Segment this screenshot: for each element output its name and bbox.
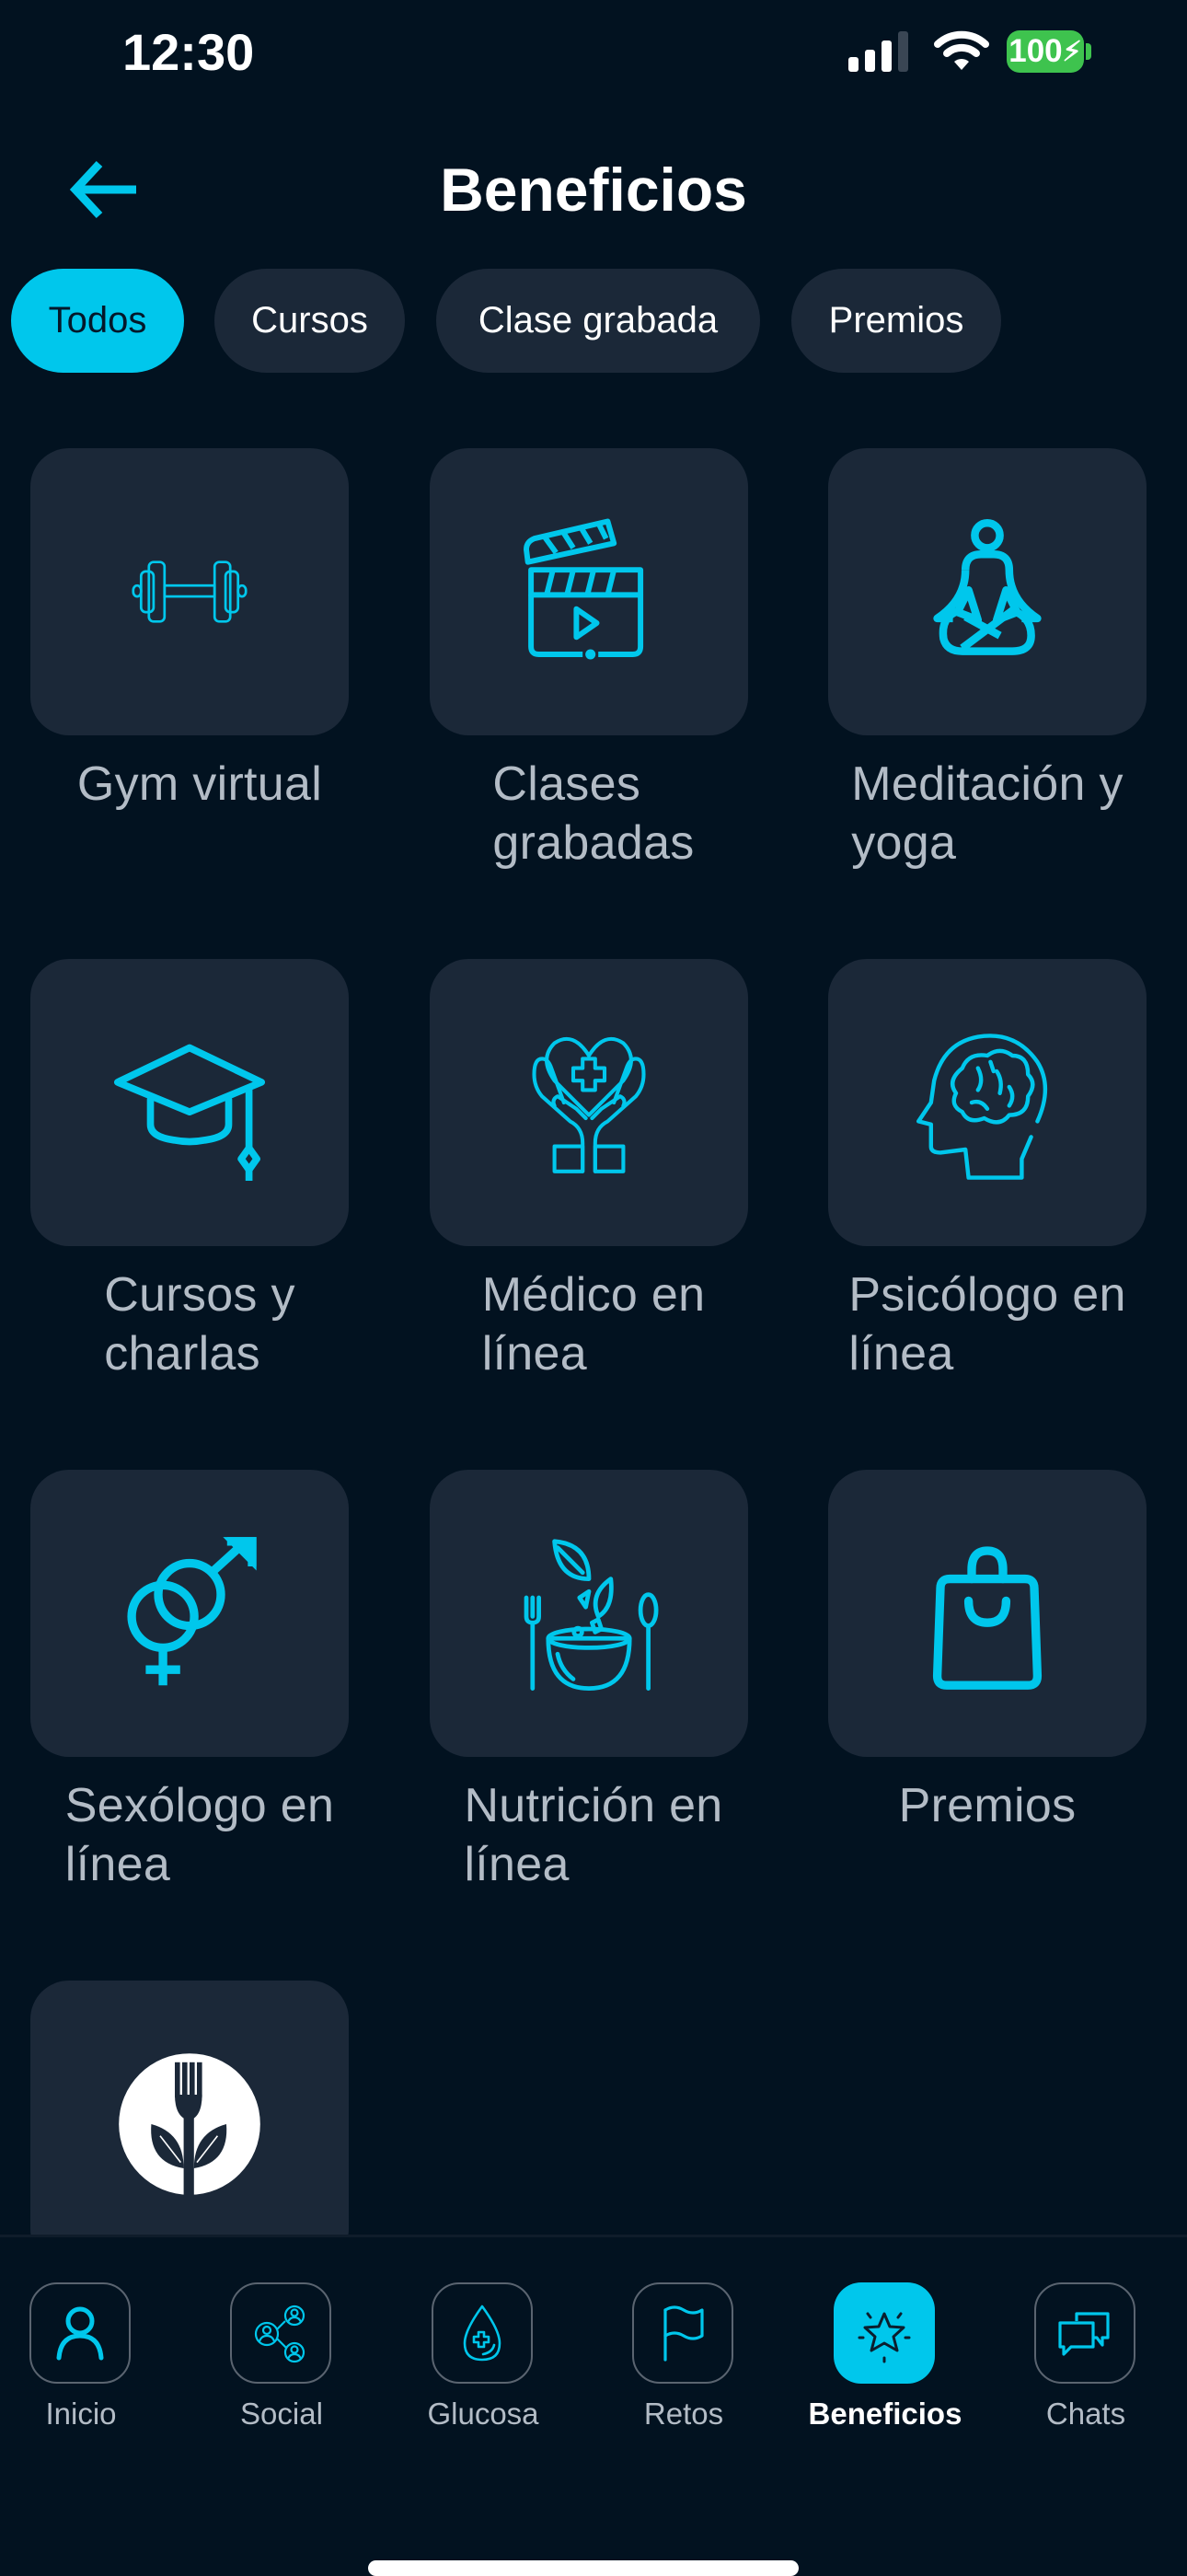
benefit-card-gym-virtual[interactable] — [30, 448, 349, 735]
battery-indicator: 100 ⚡︎ — [1007, 30, 1084, 73]
benefit-label: Cursos y charlas — [104, 1268, 295, 1380]
benefit-label: Premios — [898, 1779, 1077, 1832]
graduation-cap-icon — [113, 1044, 266, 1181]
nav-label: Glucosa — [427, 2397, 539, 2431]
head-brain-icon — [916, 1034, 1048, 1180]
battery-percent: 100 — [1008, 33, 1063, 69]
filter-chip-label: Clase grabada — [478, 300, 719, 341]
nav-item-glucosa[interactable]: Glucosa — [391, 2282, 575, 2448]
gender-symbols-icon — [127, 1537, 257, 1686]
salad-bowl-icon — [524, 1539, 659, 1691]
benefit-label: Médico en línea — [481, 1268, 706, 1380]
dumbbell-icon — [132, 560, 248, 623]
nav-item-inicio[interactable]: Inicio — [0, 2282, 173, 2448]
filter-chip-label: Cursos — [251, 300, 368, 341]
benefit-card-psicologo-en-linea[interactable] — [828, 959, 1147, 1246]
filter-chip-cursos[interactable]: Cursos — [214, 269, 405, 373]
benefit-label-wrap: Nutrición en línea — [394, 1776, 793, 1894]
social-network-icon — [254, 2305, 305, 2363]
benefit-card-medico-en-linea[interactable] — [430, 959, 748, 1246]
meditation-icon — [933, 518, 1042, 655]
benefit-label-wrap: Premios — [788, 1776, 1187, 1835]
star-icon — [858, 2312, 911, 2363]
flag-icon — [663, 2305, 704, 2362]
user-icon — [56, 2306, 104, 2361]
nav-button[interactable] — [632, 2282, 733, 2384]
nav-button-active[interactable] — [834, 2282, 935, 2384]
benefit-card-clases-grabadas[interactable] — [430, 448, 748, 735]
filter-chip-label: Premios — [828, 300, 964, 341]
filter-chip-label: Todos — [48, 300, 147, 341]
benefit-label: Gym virtual — [76, 757, 323, 811]
battery-tip — [1086, 43, 1091, 60]
status-time: 12:30 — [122, 23, 255, 81]
blood-drop-icon — [463, 2305, 501, 2362]
benefit-card-cursos-charlas[interactable] — [30, 959, 349, 1246]
home-indicator[interactable] — [368, 2560, 799, 2576]
benefit-card-sexologo-en-linea[interactable] — [30, 1470, 349, 1757]
benefit-label-wrap: Gym virtual — [0, 755, 399, 814]
nav-button[interactable] — [432, 2282, 533, 2384]
benefit-label: Sexólogo en línea — [64, 1779, 335, 1891]
filter-chip-premios[interactable]: Premios — [791, 269, 1001, 373]
nav-button[interactable] — [1034, 2282, 1135, 2384]
nav-label: Inicio — [45, 2397, 117, 2431]
nav-label: Retos — [643, 2397, 724, 2431]
page-title: Beneficios — [440, 156, 747, 224]
nav-label: Beneficios — [808, 2397, 962, 2431]
benefit-label: Clases grabadas — [492, 757, 695, 870]
charging-bolt-icon: ⚡︎ — [1062, 36, 1082, 67]
benefit-label-wrap: Sexólogo en línea — [0, 1776, 399, 1894]
benefit-label: Meditación y yoga — [851, 757, 1124, 870]
benefit-card-meditacion-yoga[interactable] — [828, 448, 1147, 735]
nav-item-chats[interactable]: Chats — [994, 2282, 1178, 2448]
nav-button[interactable] — [29, 2282, 131, 2384]
nav-item-social[interactable]: Social — [190, 2282, 374, 2448]
chat-bubbles-icon — [1058, 2312, 1110, 2356]
filter-chip-todos[interactable]: Todos — [11, 269, 184, 373]
benefit-card-nutricion-en-linea[interactable] — [430, 1470, 748, 1757]
nav-label: Chats — [1045, 2397, 1126, 2431]
benefit-card-nutrition-logo[interactable] — [30, 1981, 349, 2268]
benefit-label-wrap: Clases grabadas — [394, 755, 793, 872]
fork-leaves-logo-icon — [119, 2053, 260, 2198]
filter-chip-clase-grabada[interactable]: Clase grabada — [436, 269, 760, 373]
nav-button[interactable] — [230, 2282, 331, 2384]
shopping-bag-icon — [932, 1546, 1043, 1690]
nav-item-beneficios[interactable]: Beneficios — [793, 2282, 977, 2448]
hands-heart-cross-icon — [532, 1036, 646, 1173]
nav-label: Social — [240, 2397, 323, 2431]
benefit-label-wrap: Psicólogo en línea — [788, 1265, 1187, 1383]
benefit-label-wrap: Médico en línea — [394, 1265, 793, 1383]
benefit-label-wrap: Cursos y charlas — [0, 1265, 399, 1383]
wifi-icon — [934, 30, 989, 70]
benefit-label: Psicólogo en línea — [848, 1268, 1126, 1380]
benefit-label: Nutrición en línea — [464, 1779, 723, 1891]
benefit-label-wrap: Meditación y yoga — [788, 755, 1187, 872]
nav-item-retos[interactable]: Retos — [592, 2282, 776, 2448]
benefit-card-premios[interactable] — [828, 1470, 1147, 1757]
clapperboard-icon — [524, 518, 644, 660]
